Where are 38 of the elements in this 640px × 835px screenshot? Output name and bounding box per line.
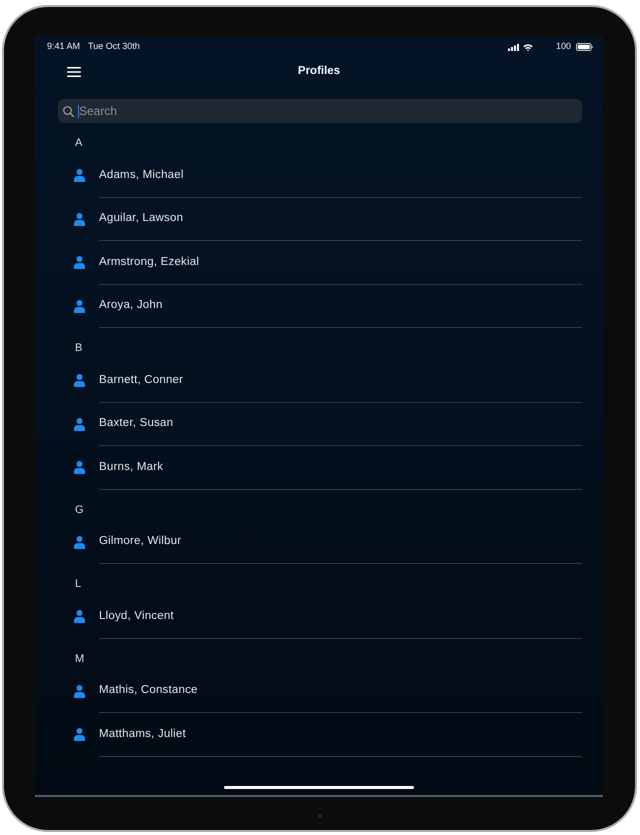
profile-list-item[interactable]: Barnett, Conner: [74, 359, 582, 402]
profile-list-item[interactable]: Matthams, Juliet: [74, 713, 582, 756]
section-letter: L: [75, 578, 82, 591]
person-icon: [74, 169, 85, 182]
battery-icon: [576, 43, 593, 51]
section-letter: A: [75, 137, 82, 150]
profile-list-item[interactable]: Aroya, John: [74, 284, 582, 328]
battery-percentage: 100: [556, 40, 571, 54]
person-icon: [74, 684, 85, 698]
menu-icon[interactable]: [67, 67, 81, 77]
status-date: Tue Oct 30th: [88, 40, 140, 54]
person-icon: [74, 300, 85, 313]
section-letter: G: [75, 504, 84, 516]
profile-list-item[interactable]: Aguilar, Lawson: [74, 198, 582, 241]
profile-list-item[interactable]: Armstrong, Ezekial: [74, 241, 582, 284]
person-icon: [74, 212, 85, 226]
page-title: Profiles: [298, 64, 340, 80]
profile-list-item[interactable]: Burns, Mark: [74, 446, 582, 490]
profile-list-item[interactable]: Gilmore, Wilbur: [74, 520, 582, 564]
profile-list-item[interactable]: Mathis, Constance: [74, 670, 582, 713]
status-time: 9:41 AM: [47, 40, 80, 54]
person-icon: [74, 728, 85, 742]
profile-list-item[interactable]: Lloyd, Vincent: [74, 595, 582, 638]
profile-list-item[interactable]: Baxter, Susan: [74, 402, 582, 446]
person-icon: [74, 256, 85, 270]
section-letter: M: [75, 652, 84, 666]
person-icon: [74, 461, 85, 474]
camera-icon: [318, 814, 322, 818]
signal-icon: [508, 44, 519, 50]
person-icon: [74, 418, 85, 431]
search-field[interactable]: Search: [58, 99, 582, 123]
person-icon: [74, 374, 85, 388]
profile-list-item[interactable]: Adams, Michael: [74, 154, 582, 198]
person-icon: [74, 536, 85, 549]
person-icon: [74, 610, 85, 624]
wifi-icon: [522, 44, 533, 50]
search-icon: [63, 106, 74, 116]
section-letter: B: [75, 342, 82, 355]
